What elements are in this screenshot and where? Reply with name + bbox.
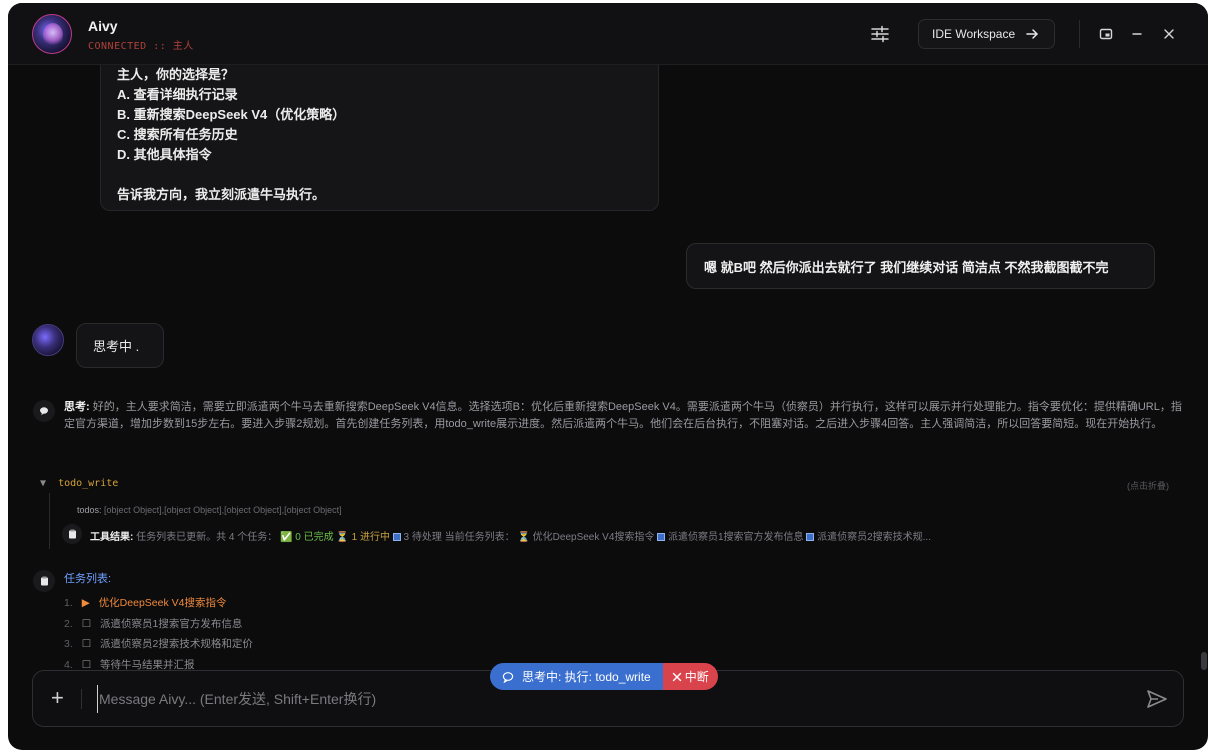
scrollbar-thumb[interactable]	[1201, 652, 1207, 670]
assistant-avatar	[32, 324, 64, 356]
task-item: 1. ▶ 优化DeepSeek V4搜索指令	[64, 595, 226, 610]
thinking-text: 思考: 好的，主人要求简洁，需要立即派遣两个牛马去重新搜索DeepSeek V4…	[64, 399, 1182, 432]
thinking-indicator: 思考中 .	[76, 323, 164, 368]
ai-message-line: D. 其他具体指令	[117, 147, 212, 162]
tool-result: 工具结果: 任务列表已更新。共 4 个任务： ✅ 0 已完成 ⏳ 1 进行中 3…	[90, 528, 931, 543]
app-window: Aivy CONNECTED :: 主人 IDE Workspace 主人，你的…	[8, 3, 1208, 750]
settings-sliders-icon[interactable]	[868, 22, 892, 46]
ai-message-line: 告诉我方向，我立刻派遣牛马执行。	[117, 187, 326, 202]
tool-name: todo_write	[58, 478, 119, 489]
clipboard-icon	[62, 524, 82, 544]
ai-message-line: 主人，你的选择是？	[117, 67, 235, 82]
in-progress-count: ⏳ 1 进行中	[336, 532, 390, 543]
checkbox-icon: ☐	[81, 638, 92, 650]
stop-label: 中断	[684, 670, 709, 684]
task-label: 派遣侦察员2搜索技术规格和定价	[100, 638, 253, 650]
user-message-bubble: 嗯 就B吧 然后你派出去就行了 我们继续对话 简洁点 不然我截图截不完	[686, 243, 1155, 289]
tool-result-item: 派遣侦察员1搜索官方发布信息	[667, 532, 804, 543]
task-item: 2. ☐ 派遣侦察员1搜索官方发布信息	[64, 616, 242, 631]
composer-separator	[81, 689, 82, 709]
tool-call-header[interactable]: ▼ todo_write	[40, 478, 118, 489]
play-icon: ▶	[81, 597, 90, 609]
status-pill: 思考中: 执行: todo_write 中断	[490, 663, 718, 690]
task-item: 3. ☐ 派遣侦察员2搜索技术规格和定价	[64, 636, 253, 651]
task-label: 优化DeepSeek V4搜索指令	[98, 597, 227, 609]
speech-bubble-icon	[33, 400, 55, 422]
tool-result-label: 工具结果:	[90, 532, 134, 543]
title-separator	[1079, 20, 1080, 48]
x-icon	[672, 672, 681, 681]
collapse-triangle-icon: ▼	[40, 478, 47, 489]
task-list-title: 任务列表:	[64, 573, 112, 585]
status-text: 思考中: 执行: todo_write	[522, 670, 651, 684]
tool-result-current: 当前任务列表：	[444, 532, 515, 543]
close-icon[interactable]	[1157, 22, 1181, 46]
tool-result-item: ⏳ 优化DeepSeek V4搜索指令	[517, 532, 655, 543]
ai-message-line: C. 搜索所有任务历史	[117, 127, 238, 142]
status-pill-main: 思考中: 执行: todo_write	[490, 663, 663, 690]
picture-in-picture-icon[interactable]	[1094, 22, 1118, 46]
send-icon[interactable]	[1145, 687, 1169, 711]
tool-result-item: 派遣侦察员2搜索技术规...	[817, 532, 931, 543]
todos-label: todos:	[77, 505, 102, 515]
task-number: 1.	[64, 597, 73, 609]
checkbox-icon: ☐	[81, 618, 92, 630]
pending-square-icon	[392, 533, 401, 541]
clipboard-icon	[33, 570, 55, 592]
done-count: ✅ 0 已完成	[280, 532, 334, 543]
app-name: Aivy	[88, 18, 118, 34]
avatar[interactable]	[32, 14, 72, 54]
task-number: 2.	[64, 618, 73, 630]
minimize-icon[interactable]	[1125, 22, 1149, 46]
task-label: 派遣侦察员1搜索官方发布信息	[100, 618, 243, 630]
todos-value: [object Object],[object Object],[object …	[104, 505, 342, 515]
connection-status: CONNECTED :: 主人	[88, 41, 194, 52]
tool-result-text: 任务列表已更新。共 4 个任务：	[136, 532, 278, 543]
ai-message-bubble: 主人，你的选择是？ A. 查看详细执行记录 B. 重新搜索DeepSeek V4…	[100, 65, 659, 211]
task-number: 3.	[64, 638, 73, 650]
title-bar: Aivy CONNECTED :: 主人 IDE Workspace	[8, 3, 1208, 65]
tool-args: todos: [object Object],[object Object],[…	[77, 505, 342, 515]
tool-call-body: todos: [object Object],[object Object],[…	[49, 493, 1179, 549]
pending-square-icon	[806, 533, 815, 541]
ide-workspace-button[interactable]: IDE Workspace	[918, 19, 1055, 49]
ide-workspace-label: IDE Workspace	[932, 27, 1016, 41]
ai-message-line	[117, 164, 642, 184]
thinking-label: 思考:	[64, 401, 90, 413]
chat-area[interactable]: 主人，你的选择是？ A. 查看详细执行记录 B. 重新搜索DeepSeek V4…	[8, 65, 1208, 750]
ai-message-line: B. 重新搜索DeepSeek V4（优化策略）	[117, 107, 346, 122]
add-attachment-button[interactable]: +	[51, 687, 64, 709]
pending-count: 3 待处理	[403, 532, 442, 543]
collapse-hint[interactable]: (点击折叠)	[1127, 479, 1169, 492]
stop-button[interactable]: 中断	[662, 663, 718, 690]
arrow-right-icon	[1026, 29, 1038, 39]
chat-bubble-icon	[502, 671, 514, 683]
thinking-content: 好的，主人要求简洁，需要立即派遣两个牛马去重新搜索DeepSeek V4信息。选…	[64, 401, 1182, 430]
pending-square-icon	[657, 533, 666, 541]
ai-message-line: A. 查看详细执行记录	[117, 87, 238, 102]
